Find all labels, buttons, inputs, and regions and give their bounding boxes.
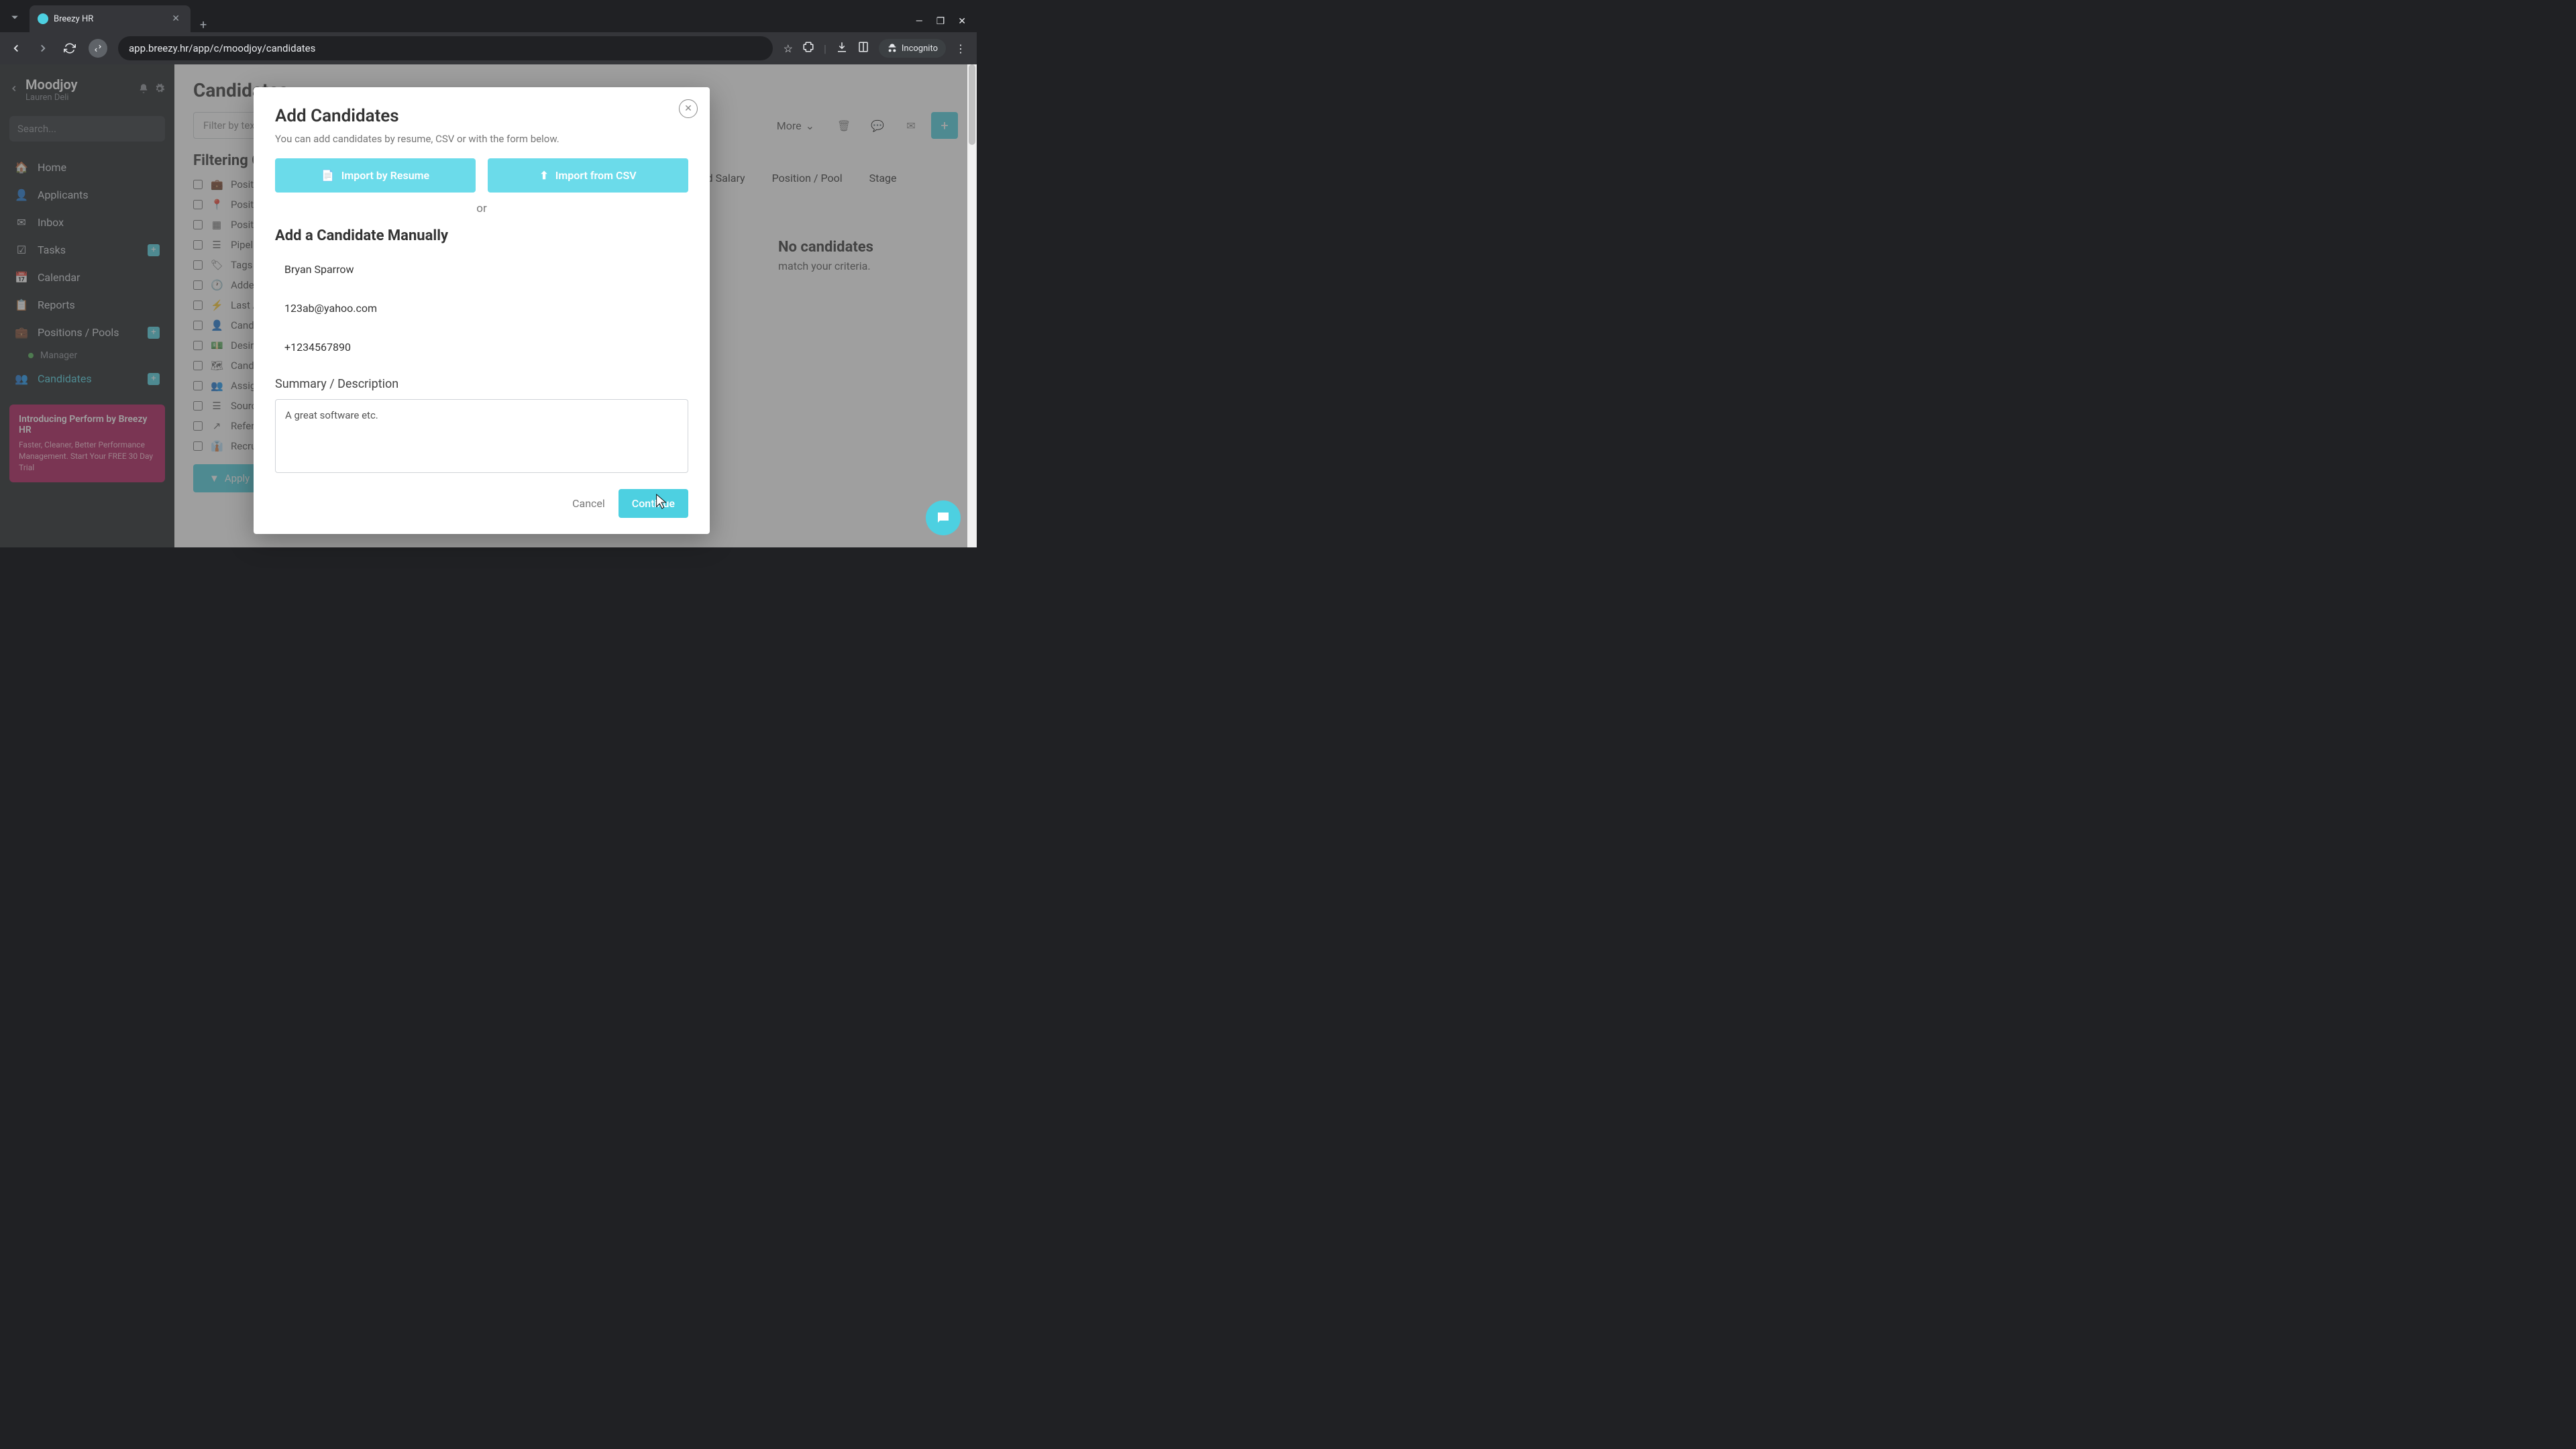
downloads-icon[interactable] [836,41,848,56]
incognito-badge[interactable]: Incognito [879,39,946,58]
site-info-chip[interactable] [89,39,107,58]
upload-icon: ⬆ [539,169,548,182]
tab-favicon [38,13,48,24]
incognito-label: Incognito [902,44,938,54]
cancel-button[interactable]: Cancel [572,497,605,510]
window-controls: — ❐ ✕ [916,16,977,32]
forward-button[interactable] [32,38,54,59]
tab-close-icon[interactable]: ✕ [169,12,182,25]
tab-search-dropdown[interactable] [3,5,27,30]
add-candidates-modal: ✕ Add Candidates You can add candidates … [254,87,710,534]
email-field[interactable] [275,294,688,323]
import-resume-button[interactable]: 📄 Import by Resume [275,158,476,193]
extensions-icon[interactable] [802,41,814,56]
modal-title: Add Candidates [275,106,688,126]
toolbar-divider: | [824,42,826,55]
menu-icon[interactable]: ⋮ [955,42,966,55]
new-tab-button[interactable]: + [191,18,216,32]
minimize-icon[interactable]: — [916,16,923,27]
summary-textarea[interactable] [275,399,688,473]
bookmark-icon[interactable]: ☆ [784,42,793,55]
close-icon[interactable]: ✕ [679,99,698,118]
chat-fab[interactable] [926,500,961,535]
continue-button[interactable]: Continue [619,489,688,518]
browser-tab[interactable]: Breezy HR ✕ [30,5,191,32]
file-icon: 📄 [321,169,335,182]
name-field[interactable] [275,255,688,284]
vertical-scrollbar[interactable] [967,64,977,547]
phone-field[interactable] [275,333,688,362]
browser-toolbar: app.breezy.hr/app/c/moodjoy/candidates ☆… [0,32,977,64]
manual-title: Add a Candidate Manually [275,227,688,244]
close-window-icon[interactable]: ✕ [958,16,966,27]
url-text: app.breezy.hr/app/c/moodjoy/candidates [129,42,315,54]
reload-button[interactable] [59,38,80,59]
modal-subtitle: You can add candidates by resume, CSV or… [275,133,688,145]
tab-title: Breezy HR [54,14,169,24]
summary-label: Summary / Description [275,377,688,391]
back-button[interactable] [5,38,27,59]
browser-tab-strip: Breezy HR ✕ + — ❐ ✕ [0,0,977,32]
or-divider: or [275,202,688,215]
scrollbar-thumb[interactable] [969,64,975,145]
url-bar[interactable]: app.breezy.hr/app/c/moodjoy/candidates [118,36,773,60]
import-csv-button[interactable]: ⬆ Import from CSV [488,158,688,193]
maximize-icon[interactable]: ❐ [936,16,945,27]
reader-icon[interactable] [857,41,869,56]
